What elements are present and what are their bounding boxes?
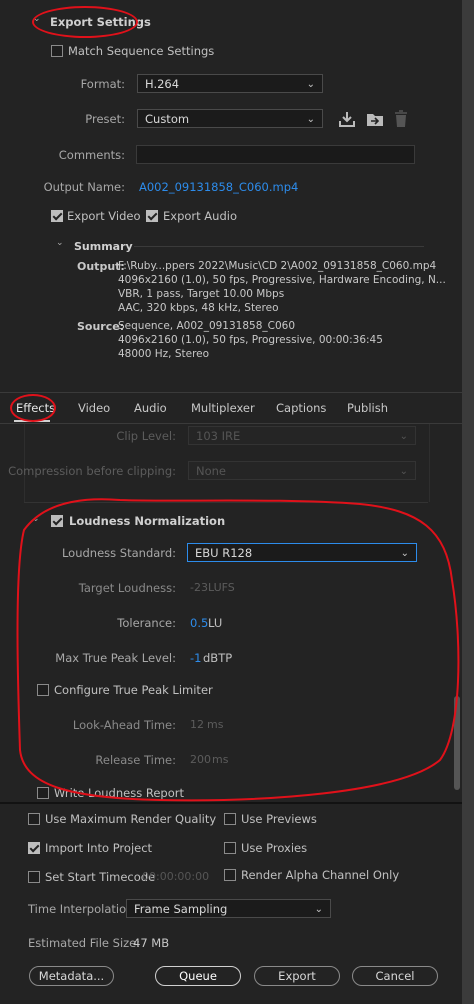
export-audio-label: Export Audio [163, 209, 237, 223]
summary-output-line: 4096x2160 (1.0), 50 fps, Progressive, Ha… [118, 274, 446, 286]
use-proxies-checkbox[interactable] [224, 842, 236, 854]
save-preset-icon[interactable] [338, 110, 356, 128]
cancel-button[interactable]: Cancel [352, 966, 438, 986]
render-alpha-checkbox[interactable] [224, 869, 236, 881]
tab-bar-divider [0, 392, 462, 393]
export-video-label: Export Video [67, 209, 141, 223]
format-value: H.264 [145, 77, 180, 91]
clip-level-value: 103 IRE [196, 429, 241, 443]
annotation-circle-effects-tab [10, 394, 56, 422]
time-interpolation-select[interactable]: Frame Sampling ⌄ [126, 899, 331, 918]
start-timecode-value: 00:00:00:00 [142, 870, 210, 883]
tab-video[interactable]: Video [78, 401, 110, 415]
export-audio-checkbox[interactable] [146, 210, 158, 222]
summary-output-line: VBR, 1 pass, Target 10.00 Mbps [118, 288, 285, 300]
annotation-circle-export-settings [32, 6, 138, 38]
summary-output-line: F:\Ruby...ppers 2022\Music\CD 2\A002_091… [118, 260, 437, 272]
chevron-down-icon: ⌄ [306, 114, 315, 125]
annotation-freehand-loop [16, 498, 460, 802]
metadata-button[interactable]: Metadata... [29, 966, 114, 986]
use-proxies-label: Use Proxies [241, 841, 308, 855]
clip-level-select: 103 IRE ⌄ [188, 426, 416, 445]
tab-multiplexer[interactable]: Multiplexer [191, 401, 255, 415]
tab-audio[interactable]: Audio [134, 401, 167, 415]
render-alpha-label: Render Alpha Channel Only [241, 868, 400, 882]
file-size-label: Estimated File Size: [28, 936, 141, 950]
import-into-project-label: Import Into Project [45, 841, 153, 855]
compression-value: None [196, 464, 227, 478]
chevron-down-icon: ⌄ [306, 79, 315, 90]
preset-select[interactable]: Custom ⌄ [137, 109, 323, 128]
summary-source-line: 4096x2160 (1.0), 50 fps, Progressive, 00… [118, 334, 383, 346]
summary-divider [134, 246, 424, 247]
file-size-value: 47 MB [133, 936, 170, 950]
format-select[interactable]: H.264 ⌄ [137, 74, 323, 93]
summary-source-line: 48000 Hz, Stereo [118, 348, 210, 360]
clip-level-label: Clip Level: [116, 429, 176, 443]
tab-publish[interactable]: Publish [347, 401, 388, 415]
compression-label: Compression before clipping: [8, 464, 176, 478]
chevron-down-icon: ⌄ [314, 904, 323, 915]
import-into-project-checkbox[interactable] [28, 842, 40, 854]
set-start-timecode-checkbox[interactable] [28, 871, 40, 883]
use-previews-checkbox[interactable] [224, 813, 236, 825]
export-button[interactable]: Export [254, 966, 340, 986]
comments-input[interactable] [136, 145, 415, 164]
summary-source-line: Sequence, A002_09131858_C060 [118, 320, 296, 332]
time-interpolation-label: Time Interpolation: [28, 902, 138, 916]
output-name-label: Output Name: [43, 180, 125, 194]
summary-output-line: AAC, 320 kbps, 48 kHz, Stereo [118, 302, 279, 314]
chevron-down-icon: ⌄ [399, 431, 408, 442]
delete-preset-icon[interactable] [393, 110, 409, 128]
preset-value: Custom [145, 112, 190, 126]
match-sequence-label: Match Sequence Settings [68, 44, 215, 58]
use-previews-label: Use Previews [241, 812, 317, 826]
comments-label: Comments: [58, 148, 125, 162]
time-interpolation-value: Frame Sampling [134, 902, 228, 916]
summary-title: Summary [74, 240, 133, 253]
max-render-quality-label: Use Maximum Render Quality [45, 812, 217, 826]
set-start-timecode-label: Set Start Timecode [45, 870, 156, 884]
export-video-checkbox[interactable] [51, 210, 63, 222]
preset-label: Preset: [85, 112, 125, 126]
match-sequence-checkbox[interactable] [51, 45, 63, 57]
output-name-link[interactable]: A002_09131858_C060.mp4 [139, 180, 298, 194]
right-edge-strip [462, 0, 474, 1004]
import-preset-icon[interactable] [365, 110, 385, 128]
chevron-down-icon: ⌄ [399, 466, 408, 477]
format-label: Format: [80, 77, 125, 91]
max-render-quality-checkbox[interactable] [28, 813, 40, 825]
tab-captions[interactable]: Captions [276, 401, 326, 415]
queue-button[interactable]: Queue [155, 966, 241, 986]
compression-select: None ⌄ [188, 461, 416, 480]
summary-collapse-chevron[interactable]: ⌄ [56, 238, 64, 248]
